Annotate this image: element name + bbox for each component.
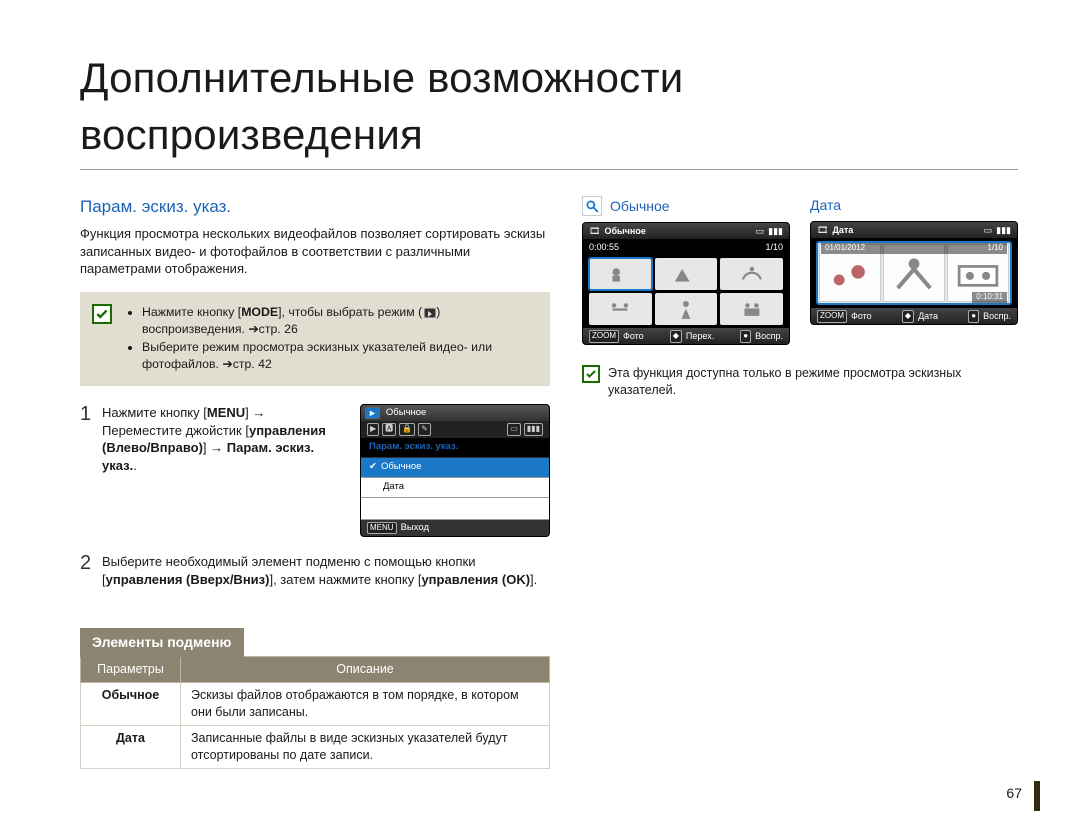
menu-screen: ► Обычное ▶ 🅰 🔒 ✎ [360, 404, 550, 537]
note-item-2: Выберите режим просмотра эскизных указат… [142, 339, 536, 372]
menu-option-selected: ✔Обычное [361, 458, 549, 478]
page-title: Дополнительные возможности воспроизведен… [80, 50, 1018, 163]
step-number: 2 [80, 553, 102, 573]
zoom-badge: ZOOM [817, 310, 847, 323]
step-2: 2 Выберите необходимый элемент подменю с… [80, 553, 550, 588]
intro-text: Функция просмотра нескольких видеофайлов… [80, 225, 550, 278]
menu-top-label: Обычное [386, 407, 426, 420]
note-item-1: Нажмите кнопку [MODE], чтобы выбрать реж… [142, 304, 536, 337]
section-title: Парам. эскиз. указ. [80, 196, 550, 219]
table-header-desc: Описание [181, 657, 550, 683]
note-box: Нажмите кнопку [MODE], чтобы выбрать реж… [80, 292, 550, 386]
table-row: Обычное Эскизы файлов отображаются в том… [81, 683, 550, 726]
storage-icon: ▭ [507, 423, 521, 436]
table-row: Дата Записанные файлы в виде эскизных ук… [81, 725, 550, 768]
film-icon: 🎞 [817, 224, 828, 236]
preview-screen-date: 🎞Дата ▭▮▮▮ 01/01/20121/10 [810, 221, 1018, 325]
nav-icon: ◆ [670, 330, 682, 343]
step-number: 1 [80, 404, 102, 424]
zoom-badge: ZOOM [589, 330, 619, 343]
battery-icon: ▮▮▮ [996, 224, 1011, 236]
magnifier-icon [582, 196, 602, 216]
thumbnail [720, 258, 783, 290]
thumbnail [589, 258, 652, 290]
thumbnail [655, 258, 718, 290]
right-column: Обычное 🎞Обычное ▭▮▮▮ 0:00:55 1/10 [582, 196, 1018, 768]
preview-title-label: Дата [810, 196, 841, 215]
storage-icon: ▭ [756, 225, 765, 237]
preview-block-date: Дата 🎞Дата ▭▮▮▮ 01/01/20121/10 [810, 196, 1018, 325]
preview-screen-normal: 🎞Обычное ▭▮▮▮ 0:00:55 1/10 [582, 222, 790, 345]
nav-icon: ◆ [902, 310, 914, 323]
preview-title-label: Обычное [610, 197, 670, 216]
submenu-title: Элементы подменю [80, 628, 244, 657]
storage-icon: ▭ [984, 224, 993, 236]
page-number: 67 [1006, 784, 1022, 803]
thumbnail [720, 293, 783, 325]
table-header-params: Параметры [81, 657, 181, 683]
play-mode-icon [424, 308, 436, 318]
step-1: 1 ► Обычное ▶ 🅰 [80, 404, 550, 537]
right-note: Эта функция доступна только в режиме про… [582, 365, 1018, 399]
menu-footer-label: Выход [401, 522, 429, 535]
check-icon [582, 365, 600, 383]
menu-option: Дата [361, 478, 549, 498]
step-list: 1 ► Обычное ▶ 🅰 [80, 404, 550, 588]
menu-header: Парам. эскиз. указ. [361, 438, 549, 458]
preview-row: Обычное 🎞Обычное ▭▮▮▮ 0:00:55 1/10 [582, 196, 1018, 345]
page-number-tab [1034, 781, 1040, 811]
params-table: Параметры Описание Обычное Эскизы файлов… [80, 656, 550, 768]
film-icon: 🎞 [589, 225, 600, 237]
preview-block-normal: Обычное 🎞Обычное ▭▮▮▮ 0:00:55 1/10 [582, 196, 790, 345]
menu-badge: MENU [367, 522, 397, 535]
title-rule [80, 169, 1018, 170]
thumbnail [589, 293, 652, 325]
chip-icon: ▶ [367, 423, 379, 436]
tab-video-icon: ► [365, 407, 380, 419]
date-row: 01/01/20121/10 0:10:31 [817, 242, 1011, 304]
chip-icon: 🔒 [399, 423, 415, 436]
chip-icon: ✎ [418, 423, 431, 436]
ok-icon: ● [740, 330, 751, 343]
ok-icon: ● [968, 310, 979, 323]
content-columns: Парам. эскиз. указ. Функция просмотра не… [80, 196, 1018, 768]
manual-page: Дополнительные возможности воспроизведен… [0, 0, 1080, 825]
left-column: Парам. эскиз. указ. Функция просмотра не… [80, 196, 550, 768]
check-icon [92, 304, 112, 324]
chip-icon: 🅰 [382, 423, 396, 436]
battery-icon: ▮▮▮ [524, 423, 543, 436]
battery-icon: ▮▮▮ [768, 225, 783, 237]
thumbnail [655, 293, 718, 325]
